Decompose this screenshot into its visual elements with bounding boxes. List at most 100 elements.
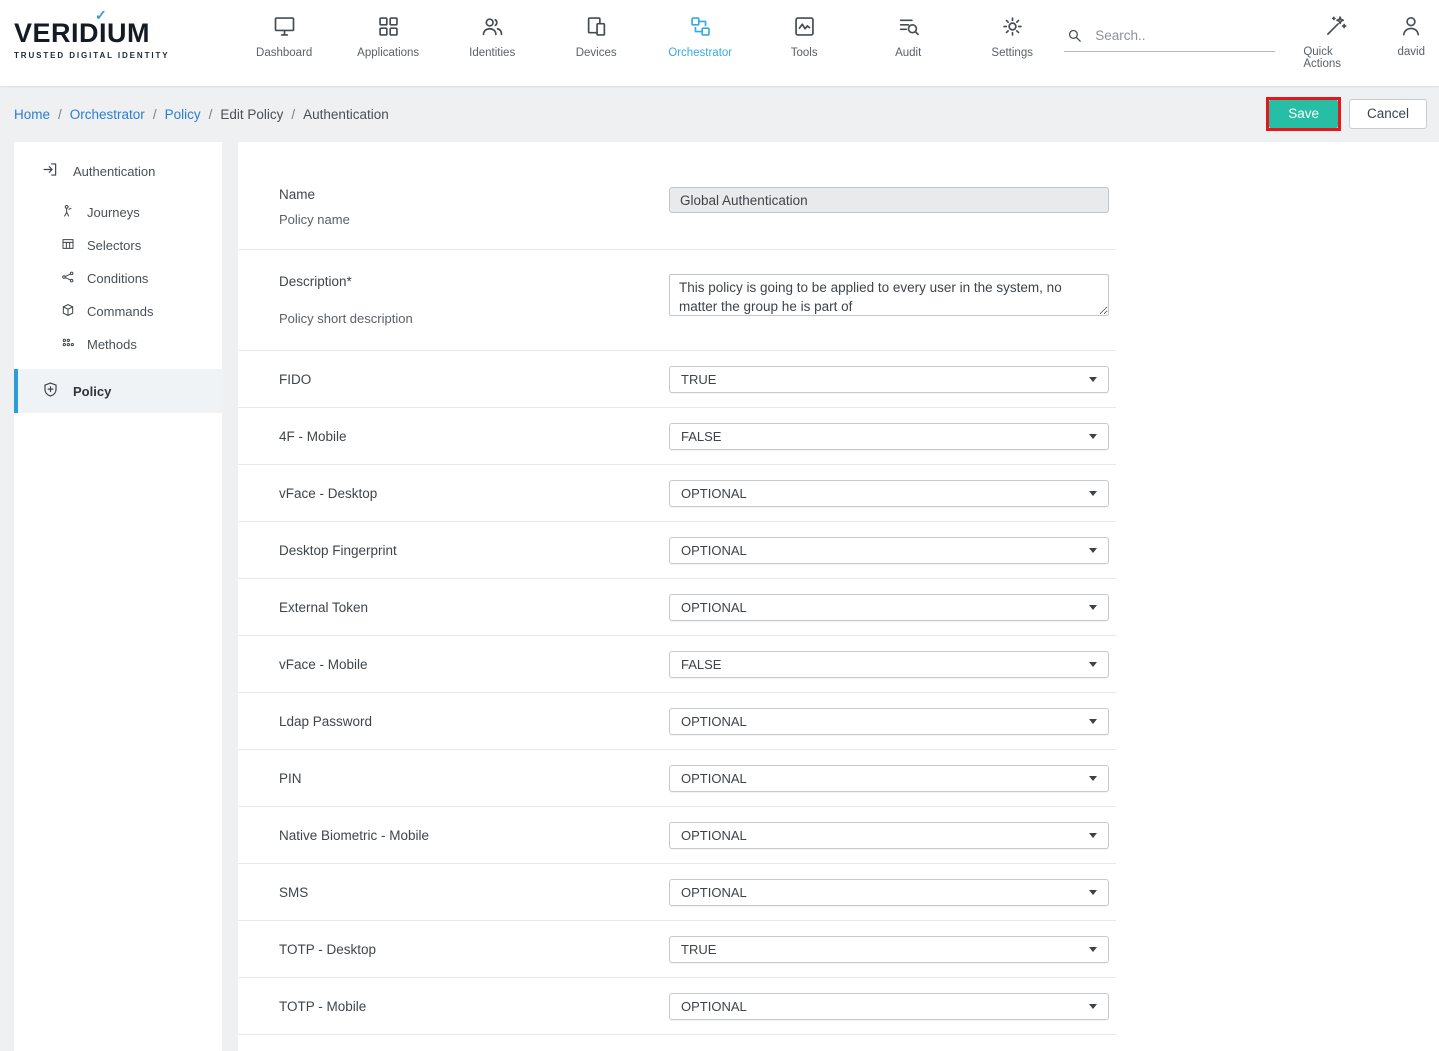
field-select-pin[interactable]: OPTIONAL — [669, 765, 1109, 792]
sidebar-item-methods[interactable]: Methods — [14, 328, 222, 361]
field-row-pin: PIN OPTIONAL — [238, 750, 1116, 807]
top-bar: VERIDIUM ✓ TRUSTED DIGITAL IDENTITY Dash… — [0, 0, 1439, 86]
search-box[interactable] — [1064, 19, 1275, 52]
user-menu[interactable]: david — [1398, 11, 1426, 58]
field-label: External Token — [279, 600, 669, 615]
sidebar-item-authentication[interactable]: Authentication — [14, 154, 222, 188]
description-hint: Policy short description — [279, 311, 669, 326]
topbar-right: Quick Actions david — [1064, 0, 1439, 86]
breadcrumb-item-authentication: Authentication — [303, 107, 389, 122]
sidebar-item-selectors[interactable]: Selectors — [14, 229, 222, 262]
breadcrumb-separator: / — [153, 107, 157, 122]
field-row-ldap-password: Ldap PasswordOPTIONAL — [238, 693, 1116, 750]
breadcrumb-item-orchestrator[interactable]: Orchestrator — [70, 107, 145, 122]
nav-item-devices[interactable]: Devices — [544, 11, 648, 59]
field-select-value: TRUE — [681, 942, 716, 957]
authentication-icon — [41, 160, 60, 182]
nav-item-identities[interactable]: Identities — [440, 11, 544, 59]
field-row-desktop-fingerprint: Desktop FingerprintOPTIONAL — [238, 522, 1116, 579]
sidebar-item-conditions[interactable]: Conditions — [14, 262, 222, 295]
field-row-sms: SMS OPTIONAL — [238, 864, 1116, 921]
description-label: Description* — [279, 274, 669, 289]
sidebar-item-policy[interactable]: Policy — [14, 369, 222, 413]
field-select-value: OPTIONAL — [681, 600, 747, 615]
conditions-icon — [60, 269, 76, 288]
nav-item-settings[interactable]: Settings — [960, 11, 1064, 59]
identities-icon — [479, 13, 506, 40]
chevron-down-icon — [1089, 890, 1097, 895]
sidebar-item-journeys[interactable]: Journeys — [14, 196, 222, 229]
breadcrumb-separator: / — [209, 107, 213, 122]
nav-item-label: Audit — [895, 47, 921, 59]
field-label: 4F - Mobile — [279, 429, 669, 444]
search-input[interactable] — [1093, 27, 1273, 44]
field-select-native-biometric-mobile[interactable]: OPTIONAL — [669, 822, 1109, 849]
policy-description-textarea[interactable]: This policy is going to be applied to ev… — [669, 274, 1109, 316]
policy-icon — [41, 380, 60, 402]
field-label: SMS — [279, 885, 669, 900]
applications-icon — [375, 13, 402, 40]
name-row: Name Policy name — [238, 156, 1116, 250]
field-select-totp-mobile[interactable]: OPTIONAL — [669, 993, 1109, 1020]
field-row-totp-mobile: TOTP - MobileOPTIONAL — [238, 978, 1116, 1035]
sidebar-item-commands[interactable]: Commands — [14, 295, 222, 328]
field-select-value: TRUE — [681, 372, 716, 387]
field-label: PIN — [279, 771, 669, 786]
field-row-external-token: External Token OPTIONAL — [238, 579, 1116, 636]
breadcrumb-item-home[interactable]: Home — [14, 107, 50, 122]
magic-wand-icon — [1323, 13, 1349, 39]
field-label: vFace - Mobile — [279, 657, 669, 672]
sidebar-item-label: Journeys — [87, 205, 140, 220]
save-button[interactable]: Save — [1269, 100, 1338, 128]
field-select-sms[interactable]: OPTIONAL — [669, 879, 1109, 906]
field-row-totp-desktop: TOTP - Desktop TRUE — [238, 921, 1116, 978]
sidebar-item-label: Methods — [87, 337, 137, 352]
field-select-value: OPTIONAL — [681, 885, 747, 900]
field-select-desktop-fingerprint[interactable]: OPTIONAL — [669, 537, 1109, 564]
breadcrumb-separator: / — [58, 107, 62, 122]
tools-icon — [791, 13, 818, 40]
field-select-vface-desktop[interactable]: OPTIONAL — [669, 480, 1109, 507]
nav-item-dashboard[interactable]: Dashboard — [232, 11, 336, 59]
nav-item-applications[interactable]: Applications — [336, 11, 440, 59]
field-select-vface-mobile[interactable]: FALSE — [669, 651, 1109, 678]
logo-tagline: TRUSTED DIGITAL IDENTITY — [14, 51, 210, 60]
field-label: TOTP - Desktop — [279, 942, 669, 957]
cancel-button[interactable]: Cancel — [1349, 99, 1427, 129]
quick-actions-button[interactable]: Quick Actions — [1303, 11, 1369, 70]
field-select-external-token[interactable]: OPTIONAL — [669, 594, 1109, 621]
breadcrumb-item-policy[interactable]: Policy — [165, 107, 201, 122]
user-avatar-icon — [1398, 13, 1424, 39]
field-select-ldap-password[interactable]: OPTIONAL — [669, 708, 1109, 735]
field-label: Ldap Password — [279, 714, 669, 729]
methods-icon — [60, 335, 76, 354]
search-icon — [1066, 27, 1083, 44]
veridium-logo[interactable]: VERIDIUM ✓ TRUSTED DIGITAL IDENTITY — [0, 0, 210, 86]
field-select-totp-desktop[interactable]: TRUE — [669, 936, 1109, 963]
field-select-fido[interactable]: TRUE — [669, 366, 1109, 393]
nav-item-orchestrator[interactable]: Orchestrator — [648, 11, 752, 59]
chevron-down-icon — [1089, 776, 1097, 781]
breadcrumb-row: Home/Orchestrator/Policy/Edit Policy/Aut… — [0, 86, 1439, 142]
sidebar-item-label: Policy — [73, 384, 111, 399]
field-label: vFace - Desktop — [279, 486, 669, 501]
journeys-icon — [60, 203, 76, 222]
sidebar: Authentication Journeys SelectorsCondition… — [14, 142, 222, 1051]
nav-item-label: Applications — [357, 47, 419, 59]
page-actions: Save Cancel — [1266, 97, 1427, 131]
nav-item-label: Tools — [791, 47, 818, 59]
field-select-value: OPTIONAL — [681, 771, 747, 786]
nav-items: Dashboard Applications IdentitiesDevices Or… — [232, 0, 1064, 86]
nav-item-label: Orchestrator — [668, 47, 732, 59]
policy-name-input[interactable] — [669, 187, 1109, 213]
field-label: FIDO — [279, 372, 669, 387]
settings-icon — [999, 13, 1026, 40]
nav-item-tools[interactable]: Tools — [752, 11, 856, 59]
field-label: Desktop Fingerprint — [279, 543, 669, 558]
nav-item-audit[interactable]: Audit — [856, 11, 960, 59]
orchestrator-icon — [687, 13, 714, 40]
field-select-value: FALSE — [681, 657, 721, 672]
field-select-4f-mobile[interactable]: FALSE — [669, 423, 1109, 450]
content-panel: Name Policy name Description* Policy sho… — [238, 142, 1439, 1051]
name-label: Name — [279, 187, 669, 202]
